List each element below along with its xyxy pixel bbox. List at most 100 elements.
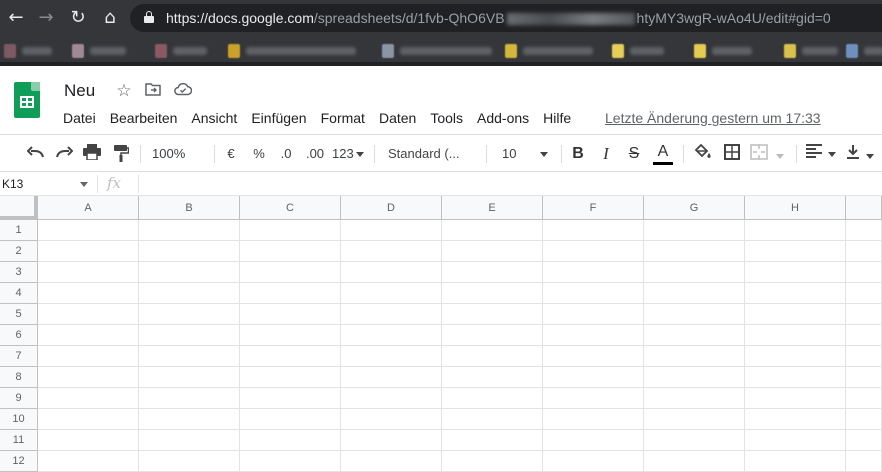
menu-tools[interactable]: Tools <box>423 108 470 128</box>
cell[interactable] <box>846 430 882 451</box>
row-header-6[interactable]: 6 <box>0 325 38 346</box>
cell[interactable] <box>745 346 846 367</box>
cell[interactable] <box>240 220 341 241</box>
cell[interactable] <box>846 262 882 283</box>
cell[interactable] <box>341 220 442 241</box>
column-header-a[interactable]: A <box>38 196 139 220</box>
cell[interactable] <box>543 409 644 430</box>
text-color-button[interactable]: A <box>652 143 674 165</box>
cell[interactable] <box>442 388 543 409</box>
cell[interactable] <box>644 388 745 409</box>
menu-einfuegen[interactable]: Einfügen <box>244 108 313 128</box>
row-header-7[interactable]: 7 <box>0 346 38 367</box>
cell[interactable] <box>442 430 543 451</box>
cell[interactable] <box>341 388 442 409</box>
cell[interactable] <box>846 325 882 346</box>
row-header-1[interactable]: 1 <box>0 220 38 241</box>
cell[interactable] <box>745 304 846 325</box>
cell[interactable] <box>38 346 139 367</box>
row-header-10[interactable]: 10 <box>0 409 38 430</box>
cell[interactable] <box>543 241 644 262</box>
cell[interactable] <box>240 409 341 430</box>
column-header-e[interactable]: E <box>442 196 543 220</box>
cell[interactable] <box>745 325 846 346</box>
menu-datei[interactable]: Datei <box>56 108 103 128</box>
fill-color-icon[interactable] <box>692 143 714 164</box>
font-size-select[interactable]: 10 <box>502 144 554 164</box>
cell[interactable] <box>38 220 139 241</box>
cell[interactable] <box>341 241 442 262</box>
cell[interactable] <box>442 304 543 325</box>
bookmark-item[interactable] <box>72 44 126 58</box>
menu-ansicht[interactable]: Ansicht <box>184 108 244 128</box>
cell[interactable] <box>442 283 543 304</box>
row-header-3[interactable]: 3 <box>0 262 38 283</box>
cell[interactable] <box>745 451 846 472</box>
cell[interactable] <box>341 367 442 388</box>
home-icon[interactable]: ⌂ <box>98 6 122 30</box>
cell[interactable] <box>442 346 543 367</box>
column-header-f[interactable]: F <box>543 196 644 220</box>
cell[interactable] <box>240 346 341 367</box>
cell[interactable] <box>543 367 644 388</box>
cell[interactable] <box>240 262 341 283</box>
cell[interactable] <box>38 430 139 451</box>
borders-icon[interactable] <box>722 144 742 164</box>
cell[interactable] <box>846 451 882 472</box>
cell[interactable] <box>644 283 745 304</box>
cell[interactable] <box>139 346 240 367</box>
bookmark-item[interactable] <box>228 44 356 58</box>
star-icon[interactable]: ☆ <box>115 82 133 100</box>
cloud-status-icon[interactable] <box>174 82 193 100</box>
cell[interactable] <box>341 283 442 304</box>
cell[interactable] <box>644 325 745 346</box>
cell[interactable] <box>543 304 644 325</box>
horizontal-align-icon[interactable] <box>806 144 838 164</box>
row-header-2[interactable]: 2 <box>0 241 38 262</box>
cell[interactable] <box>442 262 543 283</box>
cell[interactable] <box>442 451 543 472</box>
column-header-partial[interactable] <box>846 196 882 220</box>
cell[interactable] <box>341 409 442 430</box>
column-header-c[interactable]: C <box>240 196 341 220</box>
percent-format-button[interactable]: % <box>250 144 268 164</box>
cell[interactable] <box>543 262 644 283</box>
row-header-11[interactable]: 11 <box>0 430 38 451</box>
strikethrough-button[interactable]: S <box>624 144 644 164</box>
row-header-8[interactable]: 8 <box>0 367 38 388</box>
back-arrow-icon[interactable]: ← <box>4 6 28 30</box>
cell[interactable] <box>341 262 442 283</box>
cell[interactable] <box>745 262 846 283</box>
vertical-align-icon[interactable] <box>846 144 878 164</box>
cell[interactable] <box>846 367 882 388</box>
column-header-g[interactable]: G <box>644 196 745 220</box>
cell[interactable] <box>240 367 341 388</box>
cell[interactable] <box>442 325 543 346</box>
cell[interactable] <box>139 409 240 430</box>
name-box[interactable]: K13 <box>0 172 96 196</box>
bookmark-item[interactable] <box>846 44 882 58</box>
cell[interactable] <box>644 220 745 241</box>
cell[interactable] <box>644 451 745 472</box>
cell[interactable] <box>644 430 745 451</box>
cell[interactable] <box>745 409 846 430</box>
cell[interactable] <box>139 262 240 283</box>
cell[interactable] <box>644 241 745 262</box>
merge-cells-icon[interactable] <box>750 144 788 164</box>
cell[interactable] <box>240 304 341 325</box>
cell[interactable] <box>38 367 139 388</box>
cell[interactable] <box>240 325 341 346</box>
cell[interactable] <box>745 220 846 241</box>
cell[interactable] <box>442 409 543 430</box>
cell[interactable] <box>442 241 543 262</box>
cell[interactable] <box>38 409 139 430</box>
zoom-select[interactable]: 100% <box>152 144 206 178</box>
menu-hilfe[interactable]: Hilfe <box>536 108 578 128</box>
bookmark-item[interactable] <box>694 44 752 58</box>
cell[interactable] <box>846 409 882 430</box>
select-all-corner[interactable] <box>0 196 38 220</box>
cell[interactable] <box>38 451 139 472</box>
cell[interactable] <box>745 388 846 409</box>
lock-icon[interactable] <box>144 11 154 23</box>
currency-format-button[interactable]: € <box>222 144 240 164</box>
